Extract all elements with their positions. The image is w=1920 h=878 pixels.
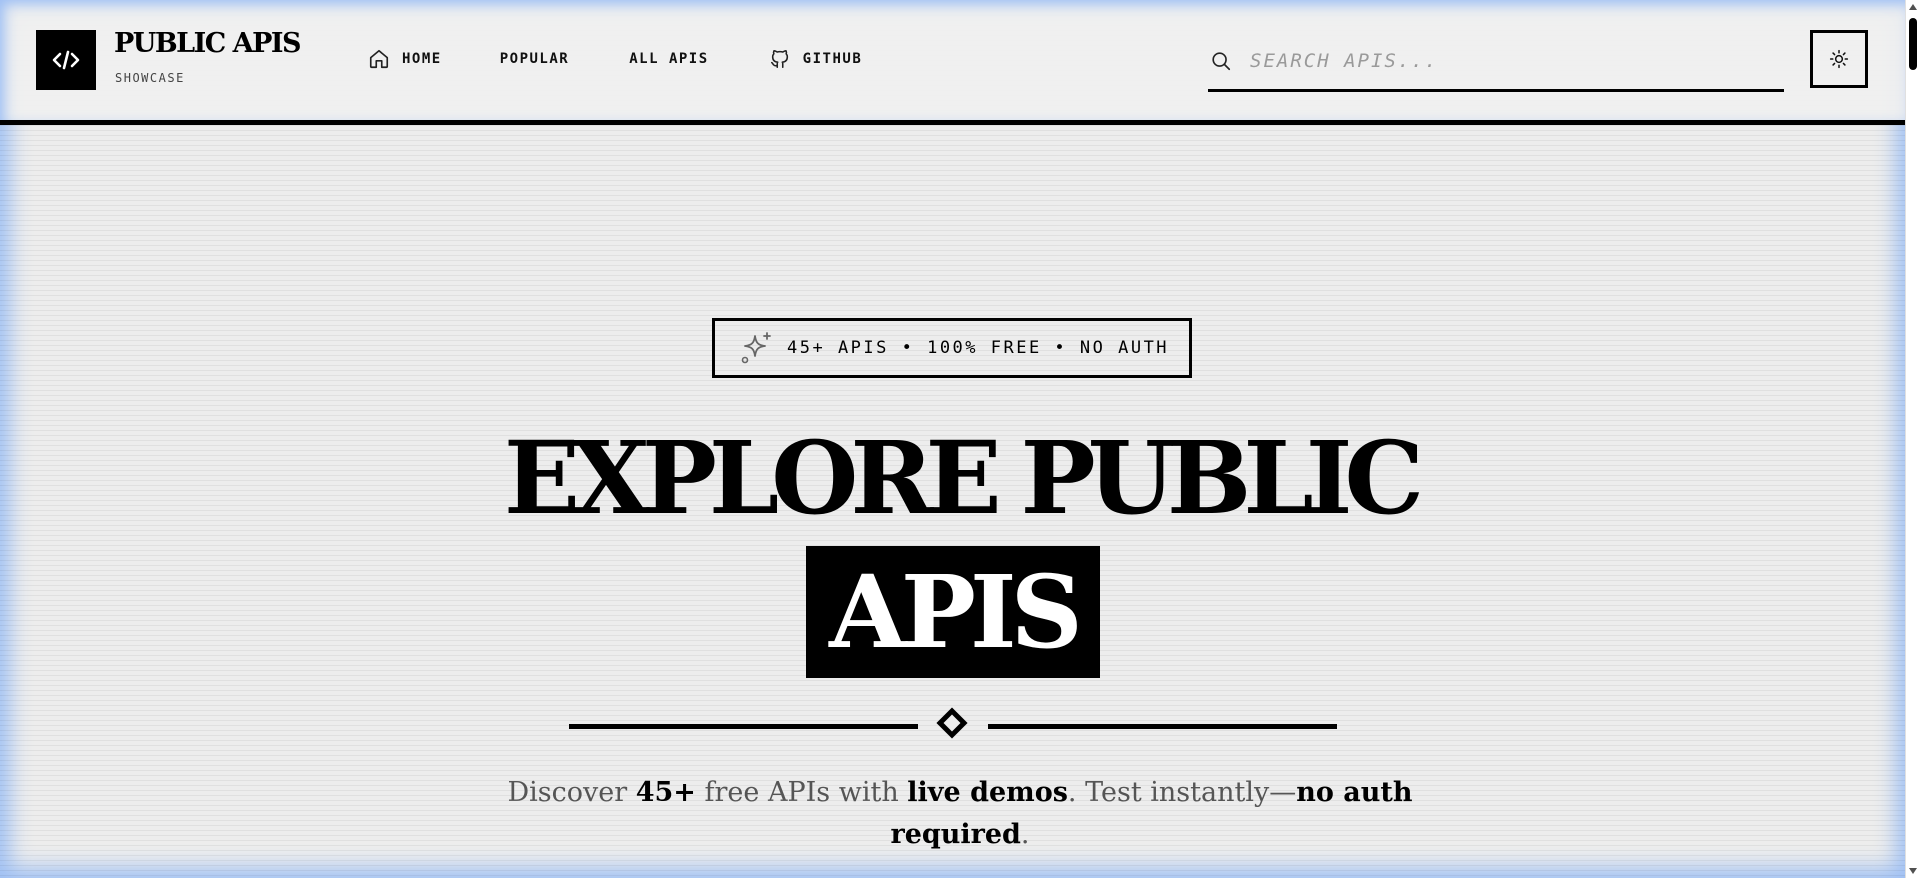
home-icon [369,49,389,69]
nav-home-label: HOME [402,51,442,67]
tagline-text-4: . [1020,819,1030,850]
hero-title-line2: APIS [829,553,1083,671]
divider-left [569,724,918,729]
nav-all-apis-label: ALL APIS [629,51,709,67]
brand-title[interactable]: PUBLIC APIS [114,30,302,57]
nav-popular[interactable]: POPULAR [500,47,570,71]
search-input[interactable] [1250,44,1770,78]
github-icon [770,50,788,69]
tagline-text-2: free APIs with [695,777,908,808]
tagline-text-1: Discover [507,777,636,808]
hero-tagline: Discover 45+ free APIs with live demos. … [460,772,1460,856]
hero-badge-text: 45+ APIS • 100% FREE • NO AUTH [787,338,1170,358]
scroll-up-arrow[interactable] [1909,4,1917,10]
tagline-bold-count: 45+ [635,777,696,808]
sparkle-icon [741,332,771,364]
tagline-bold-demos: live demos [907,777,1068,808]
brand-subtitle: SHOWCASE [115,71,185,85]
logo[interactable] [36,30,96,90]
search-icon [1212,52,1231,71]
divider-diamond [936,707,968,739]
nav-all-apis[interactable]: ALL APIS [629,47,708,71]
main-nav: HOME POPULAR ALL APIS GITHUB [368,47,862,71]
theme-toggle-button[interactable] [1810,30,1868,88]
nav-github-label: GITHUB [802,51,863,67]
scroll-down-arrow[interactable] [1909,868,1917,874]
top-header: PUBLIC APIS SHOWCASE HOME POPULAR ALL AP… [0,0,1906,125]
hero-title-line1: EXPLORE PUBLIC [503,419,1424,537]
hero-title-highlight: APIS [806,546,1100,678]
sun-icon [1829,49,1849,69]
page-viewport: PUBLIC APIS SHOWCASE HOME POPULAR ALL AP… [0,0,1906,878]
tagline-text-3: . Test instantly— [1067,777,1297,808]
nav-home[interactable]: HOME [368,47,442,71]
scrollbar[interactable] [1905,0,1920,878]
search-bar[interactable] [1208,38,1784,92]
nav-github[interactable]: GITHUB [769,47,863,71]
code-brackets-icon [52,50,80,70]
hero-badge: 45+ APIS • 100% FREE • NO AUTH [712,318,1192,378]
nav-popular-label: POPULAR [499,51,570,67]
scroll-thumb[interactable] [1909,18,1917,70]
divider-right [988,724,1337,729]
